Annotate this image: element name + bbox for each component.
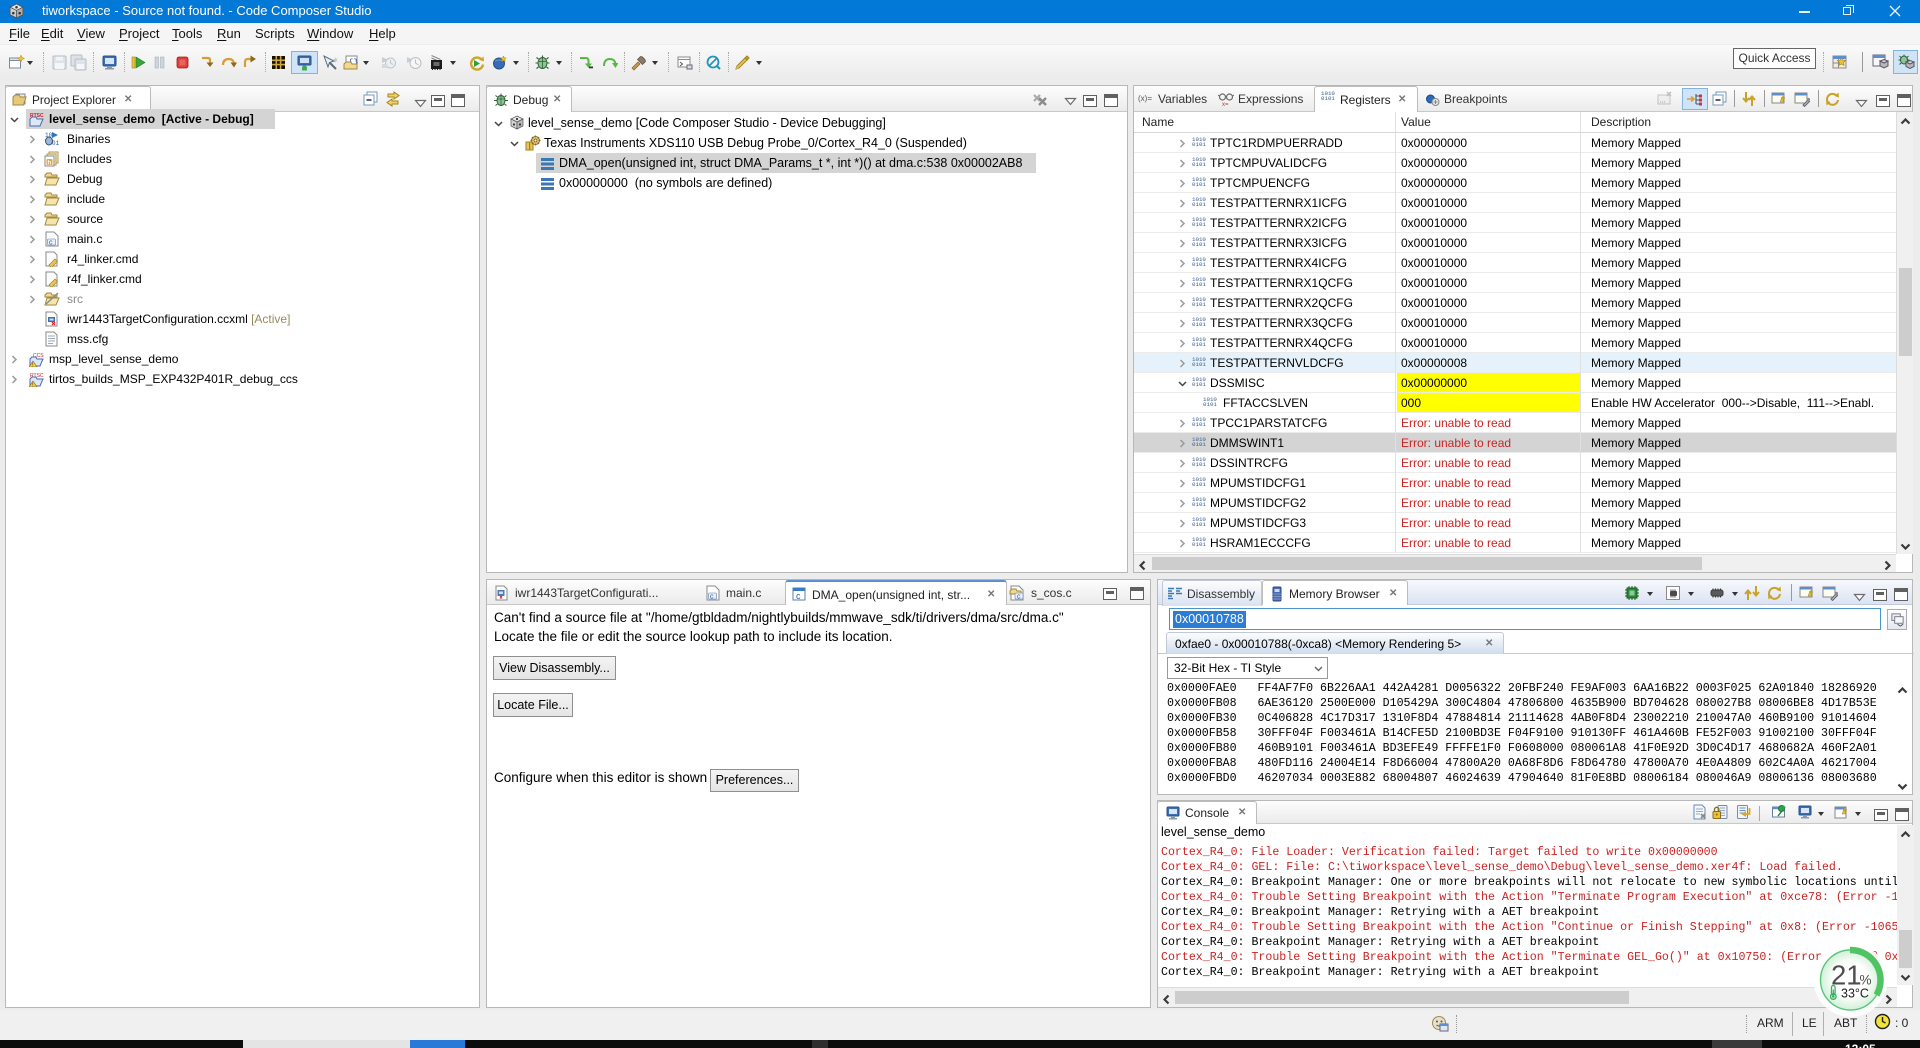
svg-text:%: % (1860, 973, 1872, 988)
svg-text:c: c (796, 591, 801, 601)
svg-text:!: ! (32, 363, 33, 368)
svg-text:h: h (48, 161, 52, 167)
svg-text:x=: x= (1222, 102, 1229, 107)
svg-text:c: c (710, 594, 714, 601)
svg-text:01: 01 (52, 140, 60, 147)
svg-text:33°C: 33°C (1841, 987, 1869, 1001)
svg-text:(x)=: (x)= (1138, 94, 1152, 103)
svg-text:c: c (1017, 594, 1021, 601)
svg-text:c: c (49, 240, 53, 247)
svg-text:!: ! (32, 383, 33, 388)
